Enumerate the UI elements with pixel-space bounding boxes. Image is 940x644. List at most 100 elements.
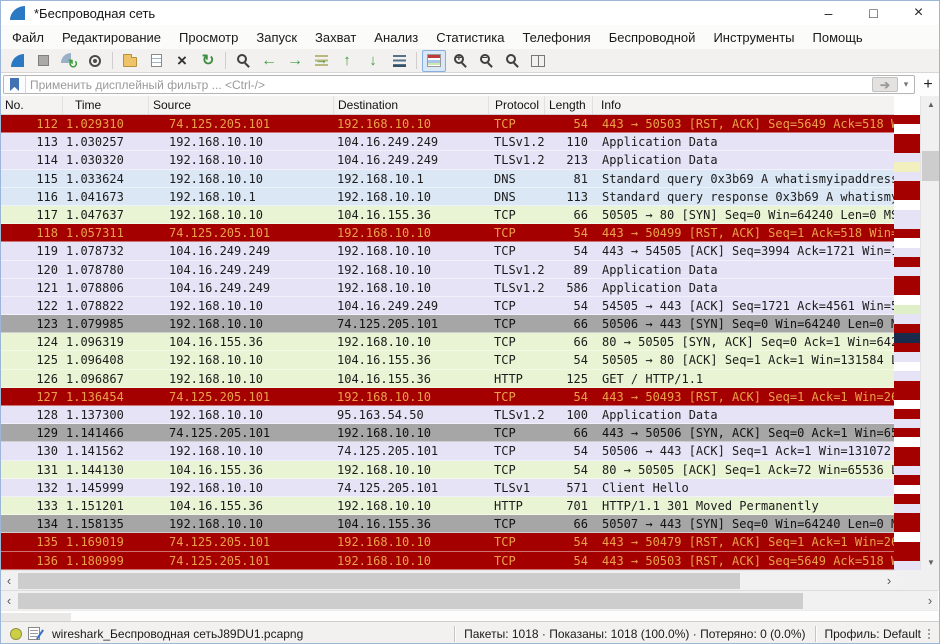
packet-row[interactable]: 124 1.096319 104.16.155.36 192.168.10.10…	[1, 333, 894, 351]
find-packet-button[interactable]	[231, 50, 255, 72]
menu-item-go[interactable]: Запуск	[247, 27, 306, 48]
pane-splitter[interactable]	[1, 610, 940, 621]
lower-hscrollbar[interactable]: ‹ ›	[1, 590, 938, 610]
scroll-down-icon[interactable]: ▼	[921, 554, 940, 570]
scroll-up-icon[interactable]: ▲	[921, 96, 940, 112]
column-header-protocol[interactable]: Protocol	[489, 96, 545, 114]
menu-item-tools[interactable]: Инструменты	[704, 27, 803, 48]
zoom-out-button[interactable]	[474, 50, 498, 72]
zoom-in-icon	[450, 51, 470, 71]
menu-item-file[interactable]: Файл	[3, 27, 53, 48]
filter-dropdown-caret[interactable]: ▾	[900, 79, 912, 90]
statusbar-divider	[815, 626, 816, 642]
packet-row[interactable]: 129 1.141466 74.125.205.101 192.168.10.1…	[1, 424, 894, 442]
filter-bookmark-button[interactable]	[4, 76, 26, 93]
vertical-scrollbar-thumb[interactable]	[922, 151, 940, 181]
vertical-scrollbar[interactable]: ▲ ▼	[920, 96, 940, 570]
minimap-stripe	[894, 324, 920, 333]
menu-item-telephony[interactable]: Телефония	[513, 27, 599, 48]
packet-row[interactable]: 134 1.158135 192.168.10.10 104.16.155.36…	[1, 515, 894, 533]
restart-capture-button[interactable]	[57, 50, 81, 72]
packet-row[interactable]: 113 1.030257 192.168.10.10 104.16.249.24…	[1, 133, 894, 151]
colorize-packets-button[interactable]	[422, 50, 446, 72]
zoom-normal-button[interactable]	[500, 50, 524, 72]
column-header-destination[interactable]: Destination	[334, 96, 489, 114]
menu-item-statistics[interactable]: Статистика	[427, 27, 513, 48]
minimap-stripe	[894, 561, 920, 570]
minimize-button[interactable]: –	[806, 1, 851, 25]
packet-row[interactable]: 122 1.078822 192.168.10.10 104.16.249.24…	[1, 297, 894, 315]
packet-minimap[interactable]	[894, 115, 920, 570]
scroll-left-icon[interactable]: ‹	[1, 591, 17, 610]
packet-row[interactable]: 131 1.144130 104.16.155.36 192.168.10.10…	[1, 461, 894, 479]
column-header-length[interactable]: Length	[545, 96, 593, 114]
first-packet-button[interactable]	[335, 50, 359, 72]
packet-row[interactable]: 128 1.137300 192.168.10.10 95.163.54.50 …	[1, 406, 894, 424]
packet-row[interactable]: 121 1.078806 104.16.249.249 192.168.10.1…	[1, 279, 894, 297]
resize-columns-button[interactable]	[526, 50, 550, 72]
menu-item-wireless[interactable]: Беспроводной	[600, 27, 705, 48]
packet-row[interactable]: 117 1.047637 192.168.10.10 104.16.155.36…	[1, 206, 894, 224]
apply-filter-button[interactable]: ➔	[872, 77, 898, 92]
last-packet-button[interactable]	[361, 50, 385, 72]
minimap-stripe	[894, 257, 920, 266]
menu-item-view[interactable]: Просмотр	[170, 27, 247, 48]
scroll-left-icon[interactable]: ‹	[1, 571, 17, 590]
menu-item-help[interactable]: Помощь	[804, 27, 872, 48]
capture-options-button[interactable]	[83, 50, 107, 72]
resize-grip[interactable]	[927, 628, 937, 640]
scroll-right-icon[interactable]: ›	[922, 591, 938, 610]
packet-row[interactable]: 125 1.096408 192.168.10.10 104.16.155.36…	[1, 351, 894, 369]
hscrollbar-thumb[interactable]	[18, 573, 740, 589]
packet-row[interactable]: 116 1.041673 192.168.10.1 192.168.10.10 …	[1, 188, 894, 206]
column-header-info[interactable]: Info	[593, 96, 894, 114]
packet-row[interactable]: 135 1.169019 74.125.205.101 192.168.10.1…	[1, 533, 894, 551]
next-packet-button[interactable]	[283, 50, 307, 72]
add-filter-button[interactable]: +	[918, 75, 938, 94]
packet-row[interactable]: 130 1.141562 192.168.10.10 74.125.205.10…	[1, 442, 894, 460]
packet-row[interactable]: 120 1.078780 104.16.249.249 192.168.10.1…	[1, 261, 894, 279]
menu-item-edit[interactable]: Редактирование	[53, 27, 170, 48]
toolbar-separator	[416, 52, 417, 69]
hscrollbar-thumb[interactable]	[18, 593, 803, 609]
column-header-source[interactable]: Source	[149, 96, 334, 114]
packet-list-hscrollbar[interactable]: ‹ ›	[1, 570, 897, 590]
column-header-no[interactable]: No.	[1, 96, 63, 114]
goto-packet-button[interactable]	[309, 50, 333, 72]
packet-row[interactable]: 118 1.057311 74.125.205.101 192.168.10.1…	[1, 224, 894, 242]
capture-comment-icon[interactable]	[28, 627, 40, 640]
packet-row[interactable]: 115 1.033624 192.168.10.10 192.168.10.1 …	[1, 170, 894, 188]
display-filter-input[interactable]	[26, 76, 872, 93]
minimap-stripe	[894, 172, 920, 181]
packet-row[interactable]: 133 1.151201 104.16.155.36 192.168.10.10…	[1, 497, 894, 515]
menu-item-analyze[interactable]: Анализ	[365, 27, 427, 48]
open-file-button[interactable]	[118, 50, 142, 72]
maximize-button[interactable]: □	[851, 1, 896, 25]
zoom-in-button[interactable]	[448, 50, 472, 72]
packet-row[interactable]: 119 1.078732 104.16.249.249 192.168.10.1…	[1, 242, 894, 260]
profile-label[interactable]: Профиль: Default	[825, 627, 922, 641]
close-file-button[interactable]	[170, 50, 194, 72]
packet-row[interactable]: 114 1.030320 192.168.10.10 104.16.249.24…	[1, 151, 894, 169]
statusbar-divider	[454, 626, 455, 642]
previous-packet-button[interactable]	[257, 50, 281, 72]
auto-scroll-button[interactable]	[387, 50, 411, 72]
expert-info-icon[interactable]	[10, 628, 22, 640]
splitter-handle[interactable]	[1, 613, 71, 621]
packet-row[interactable]: 132 1.145999 192.168.10.10 74.125.205.10…	[1, 479, 894, 497]
packet-row[interactable]: 123 1.079985 192.168.10.10 74.125.205.10…	[1, 315, 894, 333]
stop-capture-button[interactable]	[31, 50, 55, 72]
packet-row[interactable]: 112 1.029310 74.125.205.101 192.168.10.1…	[1, 115, 894, 133]
colorize-packets-icon	[424, 51, 444, 71]
column-header-time[interactable]: Time	[63, 96, 149, 114]
packet-row[interactable]: 127 1.136454 74.125.205.101 192.168.10.1…	[1, 388, 894, 406]
save-file-button[interactable]	[144, 50, 168, 72]
menu-item-capture[interactable]: Захват	[306, 27, 365, 48]
reload-file-button[interactable]	[196, 50, 220, 72]
minimap-stripe	[894, 191, 920, 200]
start-capture-button[interactable]	[5, 50, 29, 72]
packet-row[interactable]: 136 1.180999 74.125.205.101 192.168.10.1…	[1, 552, 894, 570]
packet-row[interactable]: 126 1.096867 192.168.10.10 104.16.155.36…	[1, 370, 894, 388]
close-button[interactable]: ×	[896, 1, 940, 25]
scroll-right-icon[interactable]: ›	[881, 571, 897, 590]
